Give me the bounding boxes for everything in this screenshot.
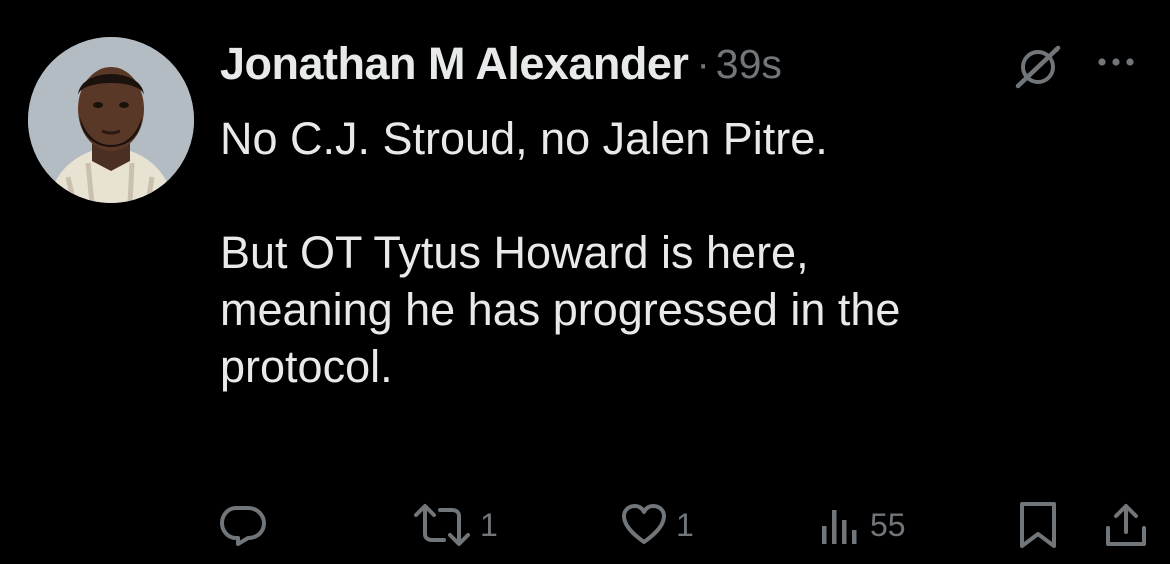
heart-icon (620, 502, 668, 548)
views-icon (818, 502, 862, 548)
reply-icon (218, 502, 268, 548)
like-button[interactable]: 1 (620, 490, 694, 560)
retweet-button[interactable]: 1 (412, 490, 498, 560)
action-bar: 1 1 55 (0, 490, 1170, 560)
retweet-icon (412, 502, 472, 548)
bookmark-icon (1016, 500, 1060, 550)
avatar[interactable] (28, 37, 194, 203)
tweet-header: Jonathan M Alexander · 39s (220, 34, 782, 94)
tweet-text-line: meaning he has progressed in the (220, 284, 901, 335)
views-button[interactable]: 55 (818, 490, 906, 560)
more-icon[interactable] (1092, 48, 1140, 76)
views-count: 55 (870, 506, 906, 543)
like-count: 1 (676, 506, 694, 543)
user-avatar-icon (28, 37, 194, 203)
header-separator: · (696, 41, 710, 86)
grok-icon[interactable] (1012, 44, 1064, 90)
tweet-text-line: No C.J. Stroud, no Jalen Pitre. (220, 113, 828, 164)
tweet-text: No C.J. Stroud, no Jalen Pitre. But OT T… (220, 110, 1140, 395)
reply-button[interactable] (218, 490, 268, 560)
tweet[interactable]: Jonathan M Alexander · 39s No C.J. Strou… (0, 0, 1170, 564)
tweet-timestamp[interactable]: 39s (716, 41, 782, 88)
retweet-count: 1 (480, 506, 498, 543)
tweet-text-line: protocol. (220, 341, 393, 392)
share-button[interactable] (1104, 490, 1148, 560)
bookmark-button[interactable] (1016, 490, 1060, 560)
tweet-text-line: But OT Tytus Howard is here, (220, 227, 809, 278)
author-display-name[interactable]: Jonathan M Alexander (220, 38, 689, 90)
share-icon (1104, 500, 1148, 550)
